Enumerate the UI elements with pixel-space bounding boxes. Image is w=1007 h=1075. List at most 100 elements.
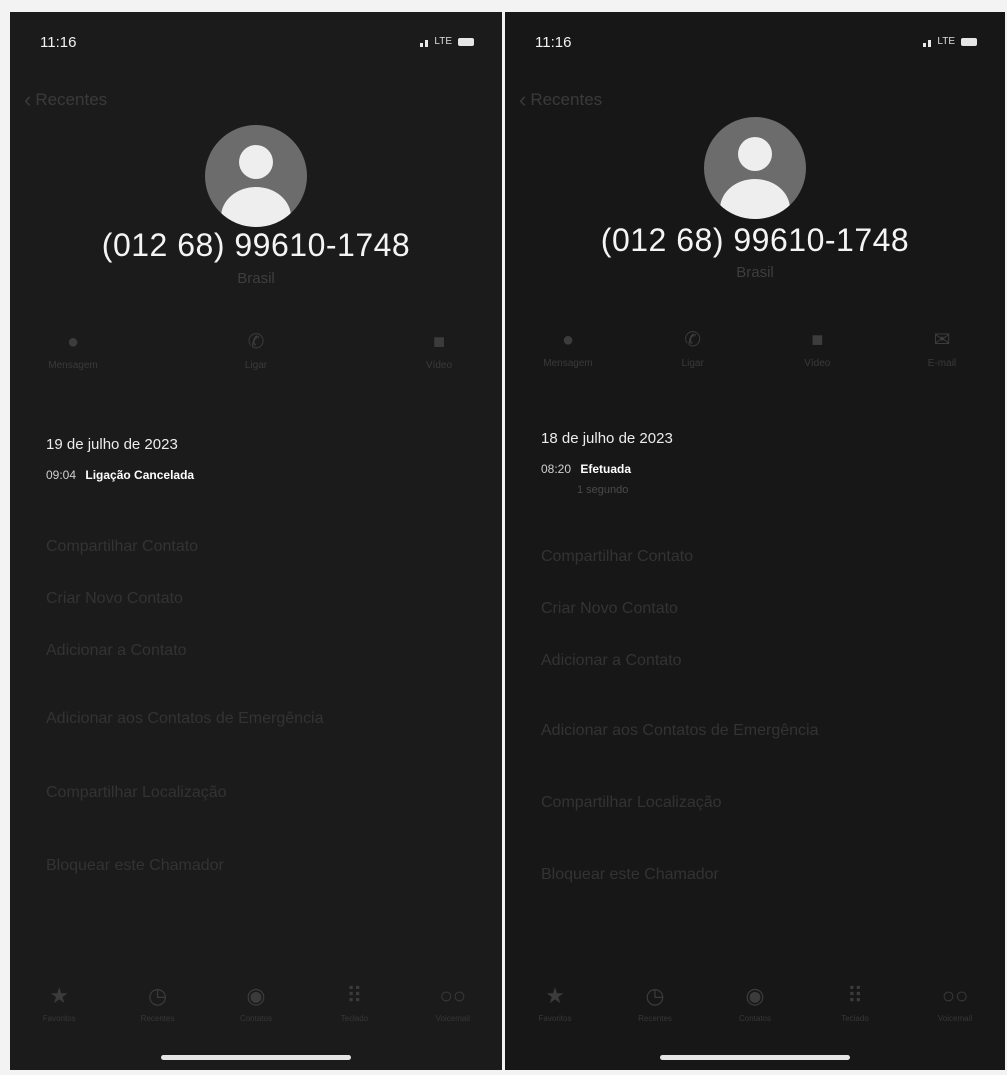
back-label: Recentes [530,90,603,109]
call-button[interactable]: ✆ Ligar [648,328,738,369]
share-location-item[interactable]: Compartilhar Localização [541,794,722,812]
phone-screen-left: 11:16 LTE ‹ Recentes (012 68) 99610-1748… [10,12,502,1070]
tab-label: Voicemail [435,1014,470,1023]
tab-voicemail[interactable]: ○○ Voicemail [910,982,1000,1042]
call-type: Ligação Cancelada [85,468,195,482]
back-button[interactable]: ‹ Recentes [519,87,603,112]
tab-keypad[interactable]: ⠿ Teclado [810,982,900,1042]
message-icon: ● [66,331,80,353]
home-indicator[interactable] [660,1055,850,1060]
network-label: LTE [937,36,955,47]
contacts-icon: ◉ [745,983,765,1008]
tab-bar: ★ Favoritos ◷ Recentes ◉ Contatos ⠿ Tecl… [505,982,1005,1042]
message-button[interactable]: ● Mensagem [28,330,118,371]
back-label: Recentes [35,90,108,109]
action-label: Mensagem [48,360,98,371]
add-emergency-contact-item[interactable]: Adicionar aos Contatos de Emergência [46,710,324,728]
block-caller-item[interactable]: Bloquear este Chamador [541,866,719,884]
keypad-icon: ⠿ [346,983,363,1008]
action-label: Ligar [681,358,704,369]
tab-label: Contatos [239,1014,272,1023]
add-to-contact-item[interactable]: Adicionar a Contato [46,642,187,660]
tab-label: Favoritos [42,1014,76,1023]
call-time: 08:20 [541,462,572,476]
tab-favorites[interactable]: ★ Favoritos [14,982,104,1042]
contacts-icon: ◉ [246,983,266,1008]
person-head [239,145,273,179]
add-emergency-contact-item[interactable]: Adicionar aos Contatos de Emergência [541,722,819,740]
tab-contacts[interactable]: ◉ Contatos [211,982,301,1042]
contact-country: Brasil [736,264,774,281]
contact-country: Brasil [237,270,275,287]
mail-icon: ✉ [933,329,951,351]
call-entry: 09:04 Ligação Cancelada [46,468,194,482]
tab-label: Favoritos [538,1014,572,1023]
action-label: Vídeo [425,360,453,371]
tab-label: Recentes [140,1014,175,1023]
add-to-contact-item[interactable]: Adicionar a Contato [541,652,682,670]
action-label: Mensagem [543,358,593,369]
status-time: 11:16 [535,34,572,51]
star-icon: ★ [49,983,70,1008]
tab-voicemail[interactable]: ○○ Voicemail [408,982,498,1042]
call-entry: 08:20 Efetuada [541,462,631,476]
tab-contacts[interactable]: ◉ Contatos [710,982,800,1042]
message-button[interactable]: ● Mensagem [523,328,613,369]
person-body [720,179,790,219]
clock-icon: ◷ [645,983,665,1008]
status-bar-indicators: LTE [420,36,474,47]
mail-button[interactable]: ✉ E-mail [897,328,987,369]
contact-number: (012 68) 99610-1748 [101,227,411,263]
call-type: Efetuada [580,462,632,476]
status-time: 11:16 [40,34,77,51]
create-contact-item[interactable]: Criar Novo Contato [541,600,678,618]
action-buttons: ● Mensagem ✆ Ligar ■ Vídeo [28,330,484,371]
video-button[interactable]: ■ Vídeo [394,330,484,371]
share-contact-item[interactable]: Compartilhar Contato [46,538,198,556]
message-icon: ● [561,329,575,351]
tab-favorites[interactable]: ★ Favoritos [510,982,600,1042]
chevron-left-icon: ‹ [24,87,32,112]
battery-icon [961,37,977,46]
battery-icon [458,37,474,46]
tab-label: Recentes [638,1014,672,1023]
tab-recents[interactable]: ◷ Recentes [113,982,203,1042]
tab-label: Teclado [841,1014,869,1023]
share-location-item[interactable]: Compartilhar Localização [46,784,227,802]
video-icon: ■ [432,331,446,353]
video-button[interactable]: ■ Vídeo [772,328,862,369]
call-duration: 1 segundo [577,484,629,496]
person-head [738,137,772,171]
clock-icon: ◷ [147,983,168,1008]
phone-screen-right: 11:16 LTE ‹ Recentes (012 68) 99610-1748… [505,12,1005,1070]
video-icon: ■ [811,329,824,351]
phone-icon: ✆ [247,331,265,353]
home-indicator[interactable] [161,1055,351,1060]
phone-icon: ✆ [684,329,702,351]
tab-label: Voicemail [937,1014,973,1023]
voicemail-icon: ○○ [439,983,467,1008]
voicemail-icon: ○○ [941,983,969,1008]
tab-bar: ★ Favoritos ◷ Recentes ◉ Contatos ⠿ Tecl… [10,982,502,1042]
tab-label: Contatos [738,1014,772,1023]
signal-icon [420,37,429,47]
call-time: 09:04 [46,468,77,482]
star-icon: ★ [545,983,565,1008]
back-button[interactable]: ‹ Recentes [24,87,108,112]
action-label: Ligar [244,360,268,371]
contact-number: (012 68) 99610-1748 [600,222,910,258]
chevron-left-icon: ‹ [519,87,527,112]
keypad-icon: ⠿ [846,983,864,1008]
call-button[interactable]: ✆ Ligar [211,330,301,371]
create-contact-item[interactable]: Criar Novo Contato [46,590,183,608]
signal-icon [923,37,932,47]
share-contact-item[interactable]: Compartilhar Contato [541,548,693,566]
tab-keypad[interactable]: ⠿ Teclado [309,982,399,1042]
action-label: E-mail [927,358,957,369]
action-label: Vídeo [804,358,831,369]
avatar [704,117,806,219]
block-caller-item[interactable]: Bloquear este Chamador [46,857,224,875]
tab-recents[interactable]: ◷ Recentes [610,982,700,1042]
tab-label: Teclado [340,1014,369,1023]
call-date: 18 de julho de 2023 [541,430,673,447]
